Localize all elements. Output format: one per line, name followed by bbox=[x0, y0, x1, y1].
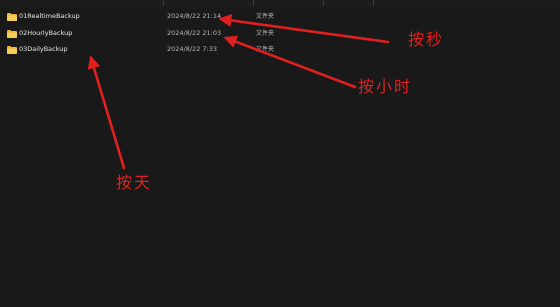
annotation-by-second: 按秒 bbox=[408, 30, 445, 49]
annotation-by-hour: 按小时 bbox=[358, 77, 413, 96]
arrow-to-realtime-backup bbox=[218, 13, 390, 44]
annotation-by-day: 按天 bbox=[116, 173, 153, 192]
arrow-to-hourly-backup bbox=[223, 35, 357, 89]
annotation-arrows bbox=[87, 13, 390, 170]
arrow-to-daily-backup bbox=[87, 55, 126, 170]
file-explorer-window: 01RealtimeBackup 2024/8/22 21:14 文件夹 02H… bbox=[0, 0, 560, 307]
